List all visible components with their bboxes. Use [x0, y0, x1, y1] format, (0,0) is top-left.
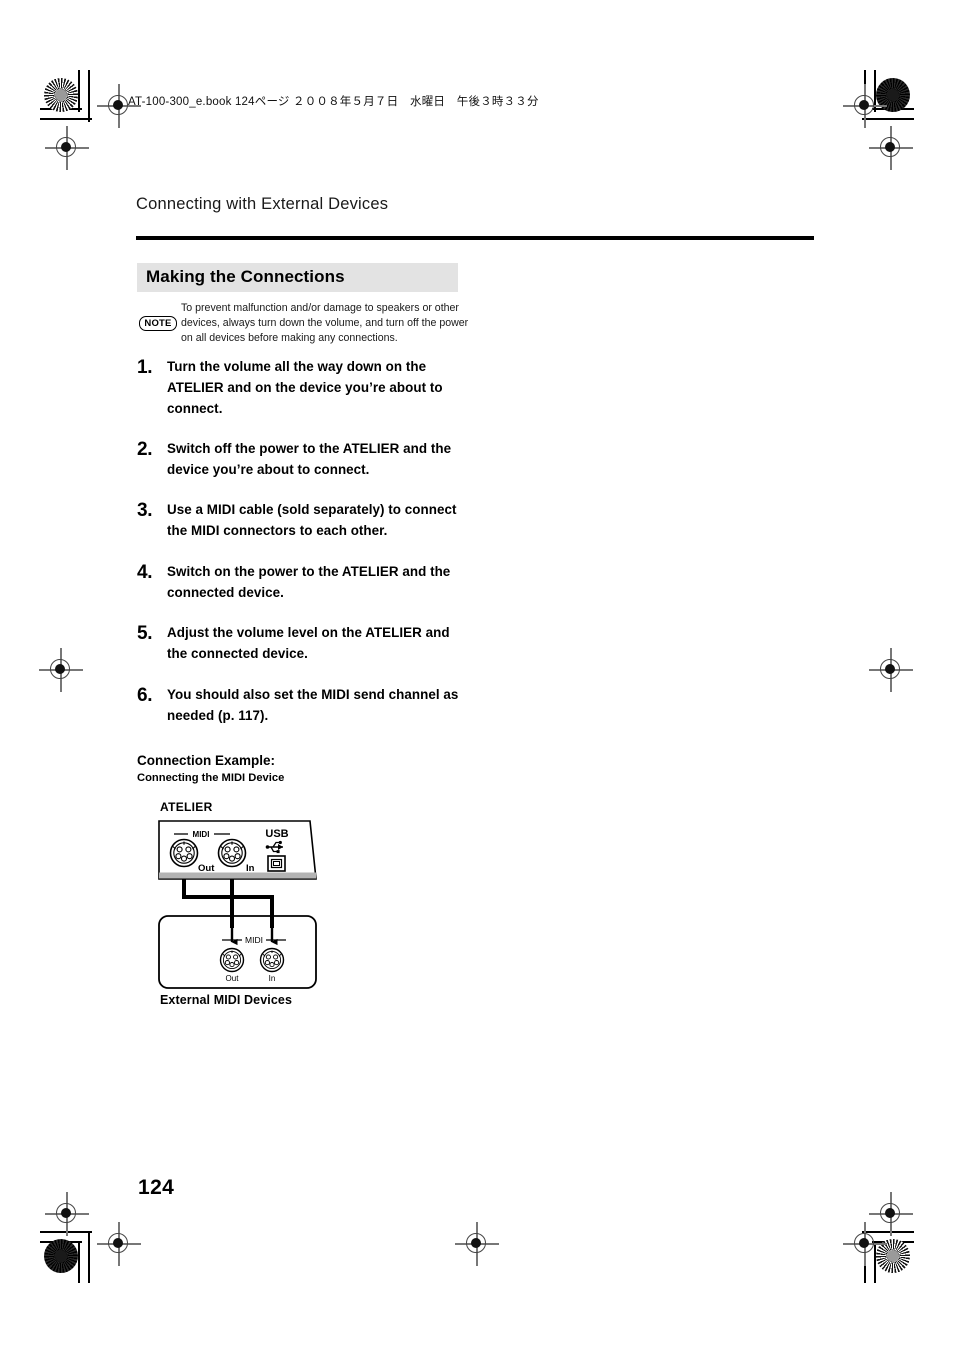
external-midi-group-label: MIDI — [245, 935, 263, 945]
atelier-midi-in-label: In — [246, 863, 255, 874]
usb-port — [267, 855, 286, 872]
atelier-midi-out-jack — [169, 838, 199, 868]
usb-label: USB — [265, 828, 288, 840]
external-midi-in-jack — [259, 947, 285, 973]
atelier-midi-out-label: Out — [198, 863, 215, 874]
header-rule — [136, 236, 814, 240]
step-number: 3. — [137, 500, 153, 521]
step-number: 5. — [137, 623, 153, 644]
midi-cable-out-to-in — [182, 879, 274, 928]
step-number: 6. — [137, 685, 153, 706]
midi-cable-routing — [182, 879, 278, 946]
diagram-svg: MIDI Out In USB MIDI Out In — [158, 820, 317, 989]
connection-diagram: ATELIER External MIDI Devices MIDI Out I… — [150, 800, 410, 1015]
note-text: To prevent malfunction and/or damage to … — [181, 302, 469, 345]
page-number: 124 — [138, 1176, 175, 1199]
registration-star-bottom-left — [44, 1239, 78, 1273]
registration-target-right-middle — [869, 648, 913, 692]
external-midi-out-label: Out — [226, 974, 240, 983]
step-text: Adjust the volume level on the ATELIER a… — [167, 625, 450, 661]
registration-target-left-middle — [39, 648, 83, 692]
connection-example-title: Connection Example: — [137, 753, 276, 768]
step-item-2: 2. Switch off the power to the ATELIER a… — [137, 439, 467, 481]
step-number: 4. — [137, 562, 153, 583]
step-text: Switch on the power to the ATELIER and t… — [167, 564, 451, 600]
atelier-panel: MIDI Out In USB — [158, 820, 317, 880]
atelier-midi-group-label: MIDI — [193, 830, 210, 839]
registration-target-upper-right-inner — [869, 126, 913, 170]
step-text: You should also set the MIDI send channe… — [167, 687, 459, 723]
step-text: Use a MIDI cable (sold separately) to co… — [167, 502, 457, 538]
atelier-midi-in-jack — [217, 838, 247, 868]
registration-target-bottom-right — [843, 1222, 887, 1266]
step-item-6: 6. You should also set the MIDI send cha… — [137, 685, 467, 727]
step-item-3: 3. Use a MIDI cable (sold separately) to… — [137, 500, 467, 542]
external-midi-device-panel: MIDI Out In — [158, 915, 317, 989]
step-text: Switch off the power to the ATELIER and … — [167, 441, 452, 477]
print-slug-line: AT-100-300_e.book 124ページ ２００８年５月７日 水曜日 午… — [128, 96, 539, 108]
manual-page: AT-100-300_e.book 124ページ ２００８年５月７日 水曜日 午… — [0, 0, 954, 1351]
registration-target-bottom-left — [97, 1222, 141, 1266]
external-midi-in-label: In — [269, 974, 276, 983]
step-item-4: 4. Switch on the power to the ATELIER an… — [137, 562, 467, 604]
step-item-5: 5. Adjust the volume level on the ATELIE… — [137, 623, 467, 665]
step-number: 2. — [137, 439, 153, 460]
registration-target-top-right — [843, 84, 887, 128]
step-number: 1. — [137, 357, 153, 378]
section-heading-banner: Making the Connections — [137, 263, 458, 292]
registration-target-upper-left-inner — [45, 126, 89, 170]
registration-target-bottom-center — [455, 1222, 499, 1266]
step-text: Turn the volume all the way down on the … — [167, 359, 443, 416]
step-item-1: 1. Turn the volume all the way down on t… — [137, 357, 467, 419]
connection-example-subtitle: Connecting the MIDI Device — [137, 772, 285, 784]
atelier-panel-base-band — [159, 872, 316, 879]
registration-target-lower-left-inner — [45, 1192, 89, 1236]
section-heading-text: Making the Connections — [146, 267, 345, 286]
registration-star-top-left — [44, 78, 78, 112]
note-badge: NOTE — [139, 316, 177, 331]
running-head: Connecting with External Devices — [136, 195, 389, 213]
external-midi-out-jack — [219, 947, 245, 973]
